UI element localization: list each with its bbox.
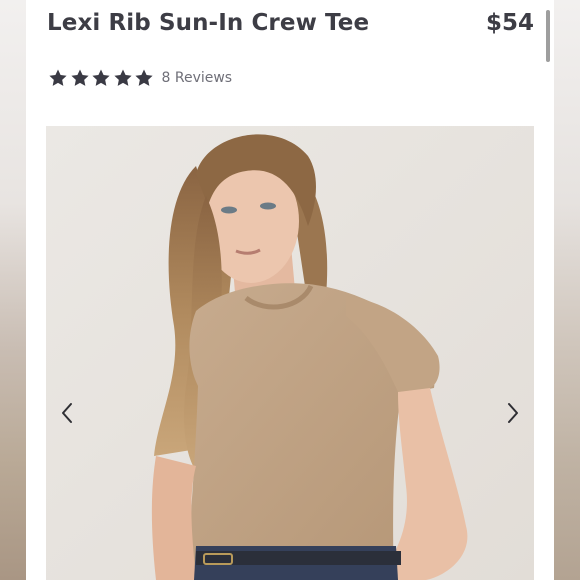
blurred-background-left xyxy=(0,0,26,580)
next-image-button[interactable] xyxy=(498,396,528,430)
rating-row[interactable]: 8 Reviews xyxy=(48,66,232,90)
product-price: $54 xyxy=(485,10,534,36)
chevron-right-icon xyxy=(508,403,518,423)
product-card: Lexi Rib Sun-In Crew Tee $54 8 Reviews xyxy=(26,0,554,580)
scrollbar-thumb[interactable] xyxy=(546,10,550,62)
star-icon xyxy=(113,69,132,86)
star-icon xyxy=(70,69,89,86)
star-icon xyxy=(92,69,110,86)
blurred-background-right xyxy=(554,0,580,580)
star-icon xyxy=(49,69,67,86)
product-image xyxy=(46,126,534,580)
model-photo xyxy=(46,126,534,580)
chevron-left-icon xyxy=(62,403,72,423)
reviews-link[interactable]: 8 Reviews xyxy=(162,70,233,86)
product-title: Lexi Rib Sun-In Crew Tee xyxy=(47,10,370,36)
previous-image-button[interactable] xyxy=(52,396,82,430)
screenshot-frame: Lexi Rib Sun-In Crew Tee $54 8 Reviews xyxy=(0,0,580,580)
star-icon xyxy=(135,69,153,86)
